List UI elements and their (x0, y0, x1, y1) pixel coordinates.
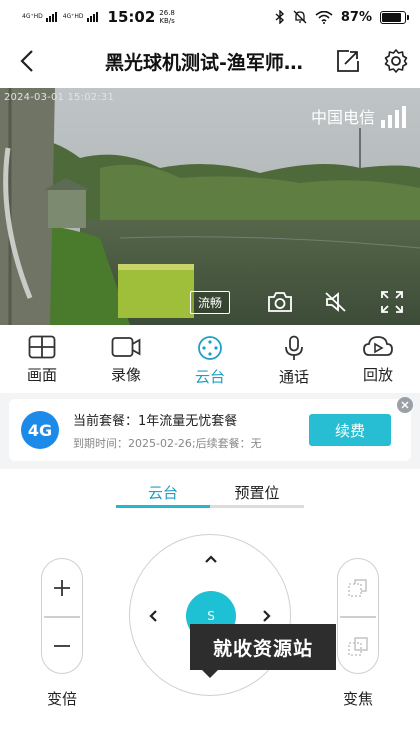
title-bar: 黑光球机测试-渔军师… (0, 34, 420, 88)
speaker-mute-icon (325, 292, 346, 312)
carrier-name: 中国电信 (310, 108, 375, 127)
close-icon (401, 401, 409, 409)
func-playback[interactable]: 回放 (336, 325, 420, 393)
battery-icon (380, 10, 409, 24)
focus-far-button[interactable] (338, 559, 378, 617)
mute-icon (293, 10, 307, 24)
status-bar: 4G⁺HD 4G⁺HD 15:02 26.8 KB/s 87% (0, 0, 420, 34)
playback-icon (363, 336, 393, 356)
minus-icon (54, 645, 70, 647)
func-layout[interactable]: 画面 (0, 325, 84, 393)
microphone-icon (285, 335, 303, 360)
zoom-out-button[interactable] (42, 617, 82, 675)
quality-button[interactable]: 流畅 (189, 290, 230, 314)
back-arrow-icon (20, 50, 33, 72)
package-banner-area: 4G 当前套餐：1年流量无忧套餐 到期时间：2025-02-26;后续套餐：无 … (0, 393, 420, 469)
video-timestamp: 2024-03-01 15:02:31 (4, 92, 115, 103)
ptz-icon (198, 336, 222, 360)
renew-button[interactable]: 续费 (309, 414, 391, 446)
package-name: 当前套餐：1年流量无忧套餐 (73, 413, 238, 429)
plus-icon (54, 580, 70, 596)
4g-badge-icon: 4G (21, 411, 59, 449)
battery-percent: 87% (340, 9, 372, 25)
fullscreen-button[interactable] (364, 287, 420, 317)
snapshot-button[interactable] (252, 287, 308, 317)
network-speed: 26.8 KB/s (159, 9, 175, 25)
share-button[interactable] (324, 34, 372, 88)
func-talk[interactable]: 通话 (252, 325, 336, 393)
chevron-left-icon (149, 610, 157, 622)
settings-button[interactable] (372, 34, 420, 88)
wifi-icon (315, 10, 333, 24)
grid-icon (28, 335, 56, 359)
chevron-up-icon (205, 555, 217, 563)
package-expiry: 到期时间：2025-02-26;后续套餐：无 (73, 436, 262, 450)
ptz-left-button[interactable] (141, 604, 165, 628)
func-record[interactable]: 录像 (84, 325, 168, 393)
function-bar: 画面 录像 云台 通话 回放 (0, 325, 420, 393)
sim1-signal-icon: 4G⁺HD (22, 12, 57, 22)
zoom-control (41, 558, 83, 674)
bluetooth-icon (275, 10, 284, 24)
video-camera-icon (111, 337, 141, 357)
focus-near-icon (348, 637, 368, 656)
focus-far-icon (348, 579, 367, 597)
device-title: 黑光球机测试-渔军师… (105, 51, 303, 74)
focus-control (337, 558, 379, 674)
package-banner: 4G 当前套餐：1年流量无忧套餐 到期时间：2025-02-26;后续套餐：无 … (9, 397, 413, 461)
zoom-in-button[interactable] (42, 559, 82, 617)
carrier-signal: 中国电信 (311, 104, 406, 128)
video-controls: 流畅 (189, 287, 420, 317)
gear-icon (384, 49, 408, 73)
func-ptz[interactable]: 云台 (168, 325, 252, 393)
close-banner-button[interactable] (397, 397, 413, 413)
focus-label: 变焦 (342, 690, 373, 708)
cell-signal-icon (381, 106, 406, 128)
ptz-up-button[interactable] (199, 547, 223, 571)
zoom-label: 变倍 (46, 690, 77, 708)
audio-toggle-button[interactable] (308, 287, 364, 317)
focus-near-button[interactable] (338, 617, 378, 675)
camera-icon (268, 292, 292, 312)
fullscreen-icon (381, 291, 403, 313)
sim2-signal-icon: 4G⁺HD (63, 12, 98, 22)
share-icon (337, 50, 359, 72)
back-button[interactable] (0, 34, 54, 88)
tab-indicator (116, 505, 210, 508)
status-time: 15:02 (107, 8, 156, 26)
watermark-overlay: 就收资源站 (190, 624, 336, 678)
chevron-right-icon (263, 610, 271, 622)
live-video[interactable]: 2024-03-01 15:02:31 中国电信 流畅 (0, 88, 420, 325)
